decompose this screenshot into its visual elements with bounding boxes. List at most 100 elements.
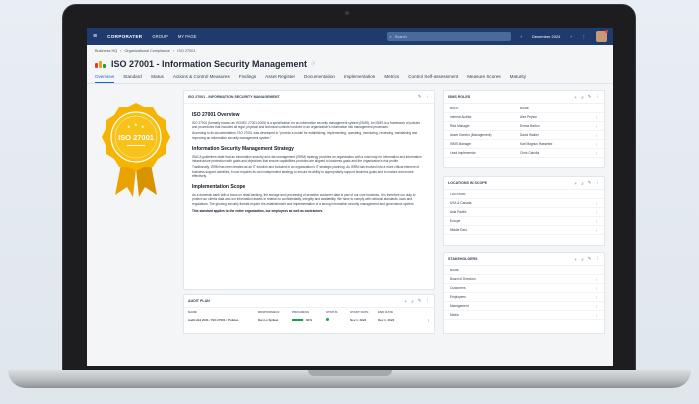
row-menu-icon[interactable]: ⋮	[592, 219, 598, 223]
column-header[interactable]: END DATE	[378, 310, 406, 314]
tab-documentation[interactable]: Documentation	[304, 74, 335, 83]
row-menu-icon[interactable]: ⋮	[592, 313, 598, 317]
table-row[interactable]: Asset Owners (Management) David Walker ⋮	[444, 131, 604, 140]
search-icon[interactable]: ⌕	[581, 257, 584, 262]
search-input[interactable]: ⌕ Search	[386, 32, 511, 41]
tab-findings[interactable]: Findings	[239, 74, 256, 83]
more-icon[interactable]: ⋮	[596, 94, 601, 100]
column-header[interactable]: NAME	[520, 106, 592, 110]
status-cell	[326, 318, 350, 322]
column-header[interactable]: STATUS	[326, 310, 350, 314]
tab-asset-register[interactable]: Asset Register	[265, 74, 295, 83]
edit-icon[interactable]: ✎	[588, 94, 592, 100]
app-screen: ≡ CORPORATER GROUP MY PAGE ⌕ Search ‹ De…	[87, 28, 613, 366]
progress-label: 90%	[306, 318, 313, 322]
row-menu-icon[interactable]: ⋮	[592, 201, 598, 205]
more-icon[interactable]: ⋮	[582, 34, 586, 39]
more-icon[interactable]: ⋮	[426, 298, 431, 304]
table-row[interactable]: Audit H12 2021 / ISO 27001 / Policies Da…	[184, 316, 434, 324]
add-icon[interactable]: +	[575, 181, 578, 186]
row-menu-icon[interactable]: ⋮	[592, 295, 598, 299]
tab-standard[interactable]: Standard	[123, 74, 142, 83]
prev-period-icon[interactable]: ‹	[521, 34, 522, 39]
breadcrumb-item[interactable]: Organizational Compliance	[124, 49, 170, 53]
more-icon[interactable]: ⋮	[596, 256, 601, 262]
row-menu-icon[interactable]: ⋮	[427, 318, 430, 322]
add-icon[interactable]: +	[405, 299, 408, 304]
table-row[interactable]: Internal Auditor Alex Peyton ⋮	[444, 113, 604, 122]
table-row[interactable]: Employees ⋮	[444, 293, 604, 302]
search-icon[interactable]: ⌕	[581, 181, 584, 186]
status-indicator	[326, 318, 329, 321]
tab-metrics[interactable]: Metrics	[384, 74, 399, 83]
row-menu-icon[interactable]: ⋮	[592, 133, 598, 137]
app-logo[interactable]: CORPORATER	[107, 34, 142, 39]
menu-icon[interactable]: ≡	[93, 33, 97, 40]
edit-icon[interactable]: ✎	[588, 180, 592, 186]
breadcrumb-item[interactable]: ISO 27001	[177, 49, 195, 53]
row-menu-icon[interactable]: ⋮	[592, 304, 598, 308]
audit-name[interactable]: Audit H12 2021 / ISO 27001 / Policies	[188, 318, 258, 322]
more-icon[interactable]: ⋮	[426, 94, 431, 100]
badge-label: ISO 27001	[118, 133, 154, 142]
info-icon[interactable]: ⓘ	[311, 61, 315, 67]
tab-implementation[interactable]: Implementation	[344, 74, 375, 83]
table-row[interactable]: Europe ⋮	[444, 217, 604, 226]
edit-icon[interactable]: ✎	[418, 298, 422, 304]
more-icon[interactable]: ⋮	[596, 180, 601, 186]
table-row[interactable]: Management ⋮	[444, 302, 604, 311]
edit-icon[interactable]: ✎	[588, 256, 592, 262]
period-selector[interactable]: December 2024	[532, 34, 560, 39]
column-header[interactable]: LOCATION	[450, 192, 598, 196]
table-row[interactable]: Customers ⋮	[444, 284, 604, 293]
paragraph: As a domestic bank with a focus on retai…	[192, 193, 416, 206]
row-menu-icon[interactable]: ⋮	[592, 210, 598, 214]
paragraph: This standard applies to the entire orga…	[192, 209, 324, 213]
row-menu-icon[interactable]: ⋮	[592, 277, 598, 281]
table-row[interactable]: Risk Manager Emma Barton ⋮	[444, 122, 604, 131]
nav-group[interactable]: GROUP	[152, 34, 167, 39]
column-header[interactable]: ROLE	[450, 106, 520, 110]
locations-card: LOCATIONS IN SCOPE + ⌕ ✎ ⋮ LOCATION USA …	[443, 176, 605, 246]
add-icon[interactable]: +	[575, 257, 578, 262]
audit-responsible: Dan Lo Spiltest	[258, 318, 279, 322]
nav-my-page[interactable]: MY PAGE	[178, 34, 197, 39]
add-icon[interactable]: +	[575, 95, 578, 100]
column-header[interactable]: NAME	[188, 310, 258, 314]
table-row[interactable]: USA & Canada ⋮	[444, 199, 604, 208]
overview-card-title: ISO 27001 - INFORMATION SECURITY MANAGEM…	[188, 95, 280, 99]
edit-icon[interactable]: ✎	[418, 94, 422, 100]
tab-measure-scores[interactable]: Measure Scores	[467, 74, 500, 83]
column-header[interactable]: START DATE	[350, 310, 378, 314]
table-row[interactable]: Lead Implementor Chris Cabolia ⋮	[444, 149, 604, 158]
tab-overview[interactable]: Overview	[95, 74, 115, 83]
row-menu-icon[interactable]: ⋮	[592, 228, 598, 232]
svg-text:★: ★	[141, 124, 145, 129]
column-header[interactable]: NAME	[450, 268, 598, 272]
svg-text:★: ★	[127, 124, 131, 129]
table-row[interactable]: ISMS Manager Karl Magnus Hasseted ⋮	[444, 140, 604, 149]
tab-actions[interactable]: Actions & Control Measures	[173, 74, 230, 83]
column-header[interactable]: PROGRESS	[292, 310, 326, 314]
row-menu-icon[interactable]: ⋮	[592, 115, 598, 119]
row-menu-icon[interactable]: ⋮	[592, 124, 598, 128]
table-row[interactable]: Media ⋮	[444, 311, 604, 320]
table-row[interactable]: Middle East ⋮	[444, 226, 604, 235]
avatar[interactable]	[596, 30, 608, 42]
search-icon[interactable]: ⌕	[411, 299, 414, 304]
search-icon[interactable]: ⌕	[581, 95, 584, 100]
row-menu-icon[interactable]: ⋮	[592, 142, 598, 146]
end-date: Dec 1, 2024	[378, 318, 395, 322]
page-title: ISO 27001 - Information Security Managem…	[111, 59, 308, 69]
table-row[interactable]: Asia Pacific ⋮	[444, 208, 604, 217]
table-row[interactable]: Board of Directors ⋮	[444, 275, 604, 284]
tab-control-self-assessment[interactable]: Control Self-assessment	[408, 74, 458, 83]
row-menu-icon[interactable]: ⋮	[592, 286, 598, 290]
next-period-icon[interactable]: ›	[570, 34, 571, 39]
tab-status[interactable]: Status	[151, 74, 164, 83]
breadcrumb-item[interactable]: Business HQ	[95, 49, 117, 53]
tab-maturity[interactable]: Maturity	[510, 74, 526, 83]
table-header: NAME RESPONSIBLE PROGRESS STATUS START D…	[184, 308, 434, 316]
column-header[interactable]: RESPONSIBLE	[258, 310, 292, 314]
row-menu-icon[interactable]: ⋮	[592, 151, 598, 155]
